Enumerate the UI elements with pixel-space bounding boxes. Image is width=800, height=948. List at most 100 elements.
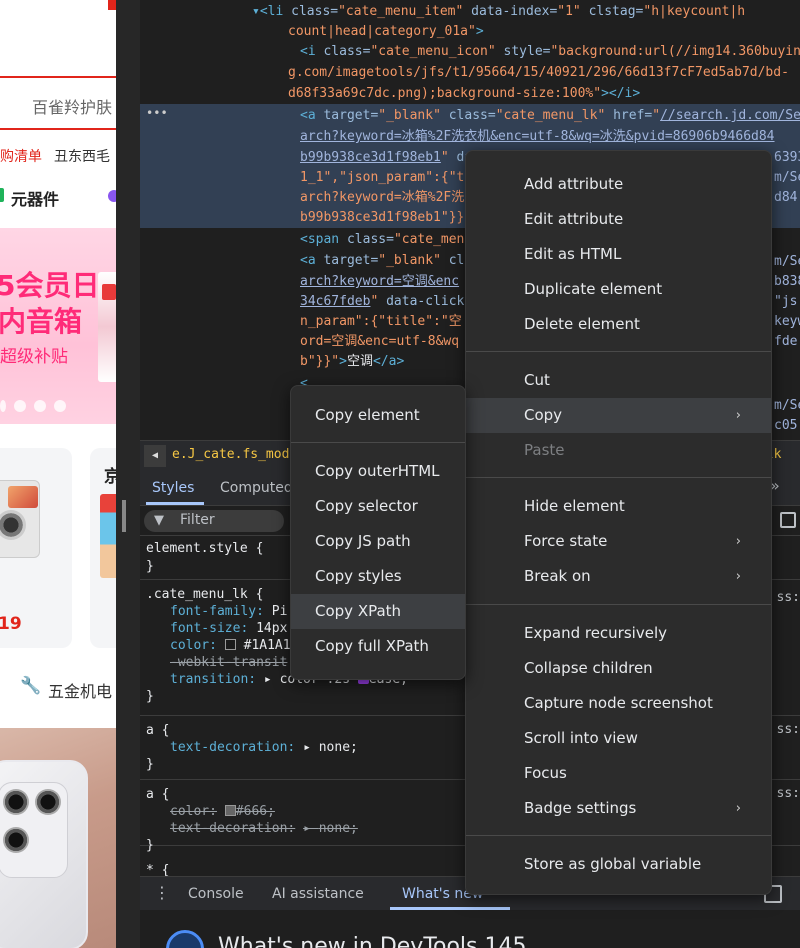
chevron-right-icon: ›	[735, 534, 741, 549]
category-icon	[0, 188, 4, 202]
active-tab-indicator	[146, 502, 204, 505]
menu-item-scroll-into-view[interactable]: Scroll into view	[466, 721, 771, 756]
tab-styles[interactable]: Styles	[152, 480, 194, 496]
carousel-dots[interactable]	[0, 400, 66, 412]
rule-selector[interactable]: a {	[146, 786, 169, 803]
menu-item-cut[interactable]: Cut	[466, 363, 771, 398]
color-swatch[interactable]	[224, 805, 236, 816]
menu-item-capture-node-screenshot[interactable]: Capture node screenshot	[466, 686, 771, 721]
menu-item-badge-settings[interactable]: Badge settings ›	[466, 791, 771, 826]
search-text[interactable]: 百雀羚护肤	[32, 94, 112, 118]
banner-subtitle: 内音箱	[0, 305, 83, 338]
menu-item-add-attribute[interactable]: Add attribute	[466, 167, 771, 202]
dom-node-line[interactable]: b"}}">空调</a>	[294, 352, 404, 372]
category-label[interactable]: 五金机电	[48, 678, 112, 702]
dom-node-line[interactable]: <span class="cate_menu	[294, 230, 472, 250]
copy-submenu: Copy element Copy outerHTML Copy selecto…	[290, 385, 466, 680]
carousel-dot[interactable]	[14, 400, 26, 412]
carousel-dot[interactable]	[54, 400, 66, 412]
rule-source-link[interactable]: ss:	[777, 722, 800, 737]
rule-close: }	[146, 559, 154, 574]
rule-close: }	[146, 757, 154, 772]
carousel-dot[interactable]	[34, 400, 46, 412]
dom-node-line[interactable]: count|head|category_01a">	[282, 22, 484, 42]
dom-node-line[interactable]: <a target="_blank" cl	[294, 251, 464, 271]
chevron-left-icon[interactable]: ◀	[144, 445, 166, 467]
menu-item-focus[interactable]: Focus	[466, 756, 771, 791]
menu-item-label: Badge settings	[524, 799, 637, 817]
toggle-sidebar-icon[interactable]	[780, 512, 796, 528]
tab-console[interactable]: Console	[188, 886, 244, 902]
tab-ai-assistance[interactable]: AI assistance	[272, 886, 364, 902]
menu-separator	[466, 477, 771, 478]
rule-source-link[interactable]: ss:	[777, 786, 800, 801]
rule-selector[interactable]: .cate_menu_lk {	[146, 586, 263, 603]
breadcrumb-item[interactable]: e.J_cate.fs_mod.c	[172, 447, 305, 462]
menu-item-break-on[interactable]: Break on ›	[466, 559, 771, 594]
promo-banner[interactable]: 5会员日 内音箱 超级补贴	[0, 228, 116, 424]
dom-node-line[interactable]: ord=空调&enc=utf-8&wq	[294, 332, 459, 352]
menu-item-copy-full-xpath[interactable]: Copy full XPath	[291, 629, 465, 664]
css-declaration[interactable]: -webkit-transit	[170, 654, 287, 671]
dom-node-line[interactable]: <a target="_blank" class="cate_menu_lk" …	[294, 106, 800, 126]
menu-item-force-state[interactable]: Force state ›	[466, 524, 771, 559]
css-declaration[interactable]: color: #1A1A1	[170, 637, 291, 654]
chevron-right-icon: ›	[735, 408, 741, 423]
dom-node-line[interactable]: g.com/imagetools/jfs/t1/95664/15/40921/2…	[282, 63, 789, 83]
filter-input[interactable]: ▼ Filter	[144, 510, 284, 532]
menu-item-hide-element[interactable]: Hide element	[466, 489, 771, 524]
dom-node-line[interactable]: ▾<li class="cate_menu_item" data-index="…	[246, 2, 745, 22]
menu-item-copy-selector[interactable]: Copy selector	[291, 489, 465, 524]
resize-handle[interactable]	[122, 500, 126, 532]
menu-item-edit-as-html[interactable]: Edit as HTML	[466, 237, 771, 272]
more-options-icon[interactable]: ⋮	[154, 883, 170, 902]
dom-node-fragment: d84	[774, 190, 798, 205]
menu-item-copy-outerhtml[interactable]: Copy outerHTML	[291, 454, 465, 489]
css-declaration[interactable]: font-size: 14px	[170, 620, 287, 637]
rule-selector[interactable]: element.style {	[146, 540, 263, 557]
menu-item-collapse-children[interactable]: Collapse children	[466, 651, 771, 686]
css-declaration[interactable]: font-family: Pi	[170, 603, 287, 620]
banner-product-image	[98, 272, 116, 382]
dom-node-line[interactable]: n_param":{"title":"空	[294, 312, 462, 332]
css-declaration[interactable]: text-decoration: ▸ none;	[170, 739, 358, 756]
dom-node-line[interactable]: 34c67fdeb" data-click	[294, 292, 464, 312]
menu-item-copy-element[interactable]: Copy element	[291, 398, 465, 433]
menu-item-expand-recursively[interactable]: Expand recursively	[466, 616, 771, 651]
dom-node-line[interactable]: d68f33a69c7dc.png);background-size:100%"…	[282, 84, 640, 104]
menu-item-duplicate-element[interactable]: Duplicate element	[466, 272, 771, 307]
dom-node-line[interactable]: b99b938ce3d1f98eb1" da	[294, 148, 472, 168]
menu-separator	[466, 835, 771, 836]
phone-product-image	[0, 760, 88, 948]
header-accent	[108, 0, 116, 10]
menu-item-edit-attribute[interactable]: Edit attribute	[466, 202, 771, 237]
banner-tagline: 超级补贴	[0, 347, 68, 367]
dom-node-line[interactable]: b99b938ce3d1f98eb1"}}"	[294, 208, 472, 228]
menu-item-label: Force state	[524, 532, 608, 550]
color-swatch[interactable]	[224, 639, 236, 650]
dom-node-fragment: "js	[774, 294, 798, 309]
menu-item-store-as-global-variable[interactable]: Store as global variable	[466, 847, 771, 882]
whats-new-title: What's new in DevTools 145	[218, 934, 527, 948]
hotword-link[interactable]: 丑东西毛	[54, 146, 110, 166]
carousel-dot[interactable]	[0, 400, 6, 412]
dom-node-line[interactable]: <i class="cate_menu_icon" style="backgro…	[294, 42, 800, 62]
rule-source-link[interactable]: ss:	[777, 590, 800, 605]
dom-node-line[interactable]: arch?keyword=冰箱%2F洗	[294, 188, 464, 208]
dom-node-line[interactable]: arch?keyword=空调&enc	[294, 272, 459, 292]
rule-selector[interactable]: a {	[146, 722, 169, 739]
rule-close: }	[146, 689, 154, 704]
css-declaration[interactable]: text-decoration: ▸ none;	[170, 820, 358, 837]
category-label[interactable]: 元器件	[11, 186, 59, 210]
dom-node-line[interactable]: 1_1","json_param":{"ti	[294, 168, 472, 188]
menu-item-copy-js-path[interactable]: Copy JS path	[291, 524, 465, 559]
node-actions-icon[interactable]: •••	[146, 106, 168, 120]
menu-item-copy-styles[interactable]: Copy styles	[291, 559, 465, 594]
css-declaration[interactable]: color: #666;	[170, 803, 275, 820]
menu-item-delete-element[interactable]: Delete element	[466, 307, 771, 342]
dom-node-line[interactable]: arch?keyword=冰箱%2F洗衣机&enc=utf-8&wq=冰洗&pv…	[294, 127, 775, 147]
menu-item-copy[interactable]: Copy ›	[466, 398, 771, 433]
menu-item-copy-xpath[interactable]: Copy XPath	[291, 594, 465, 629]
hotword-link[interactable]: 购清单	[0, 146, 42, 166]
tab-computed[interactable]: Computed	[220, 480, 293, 496]
